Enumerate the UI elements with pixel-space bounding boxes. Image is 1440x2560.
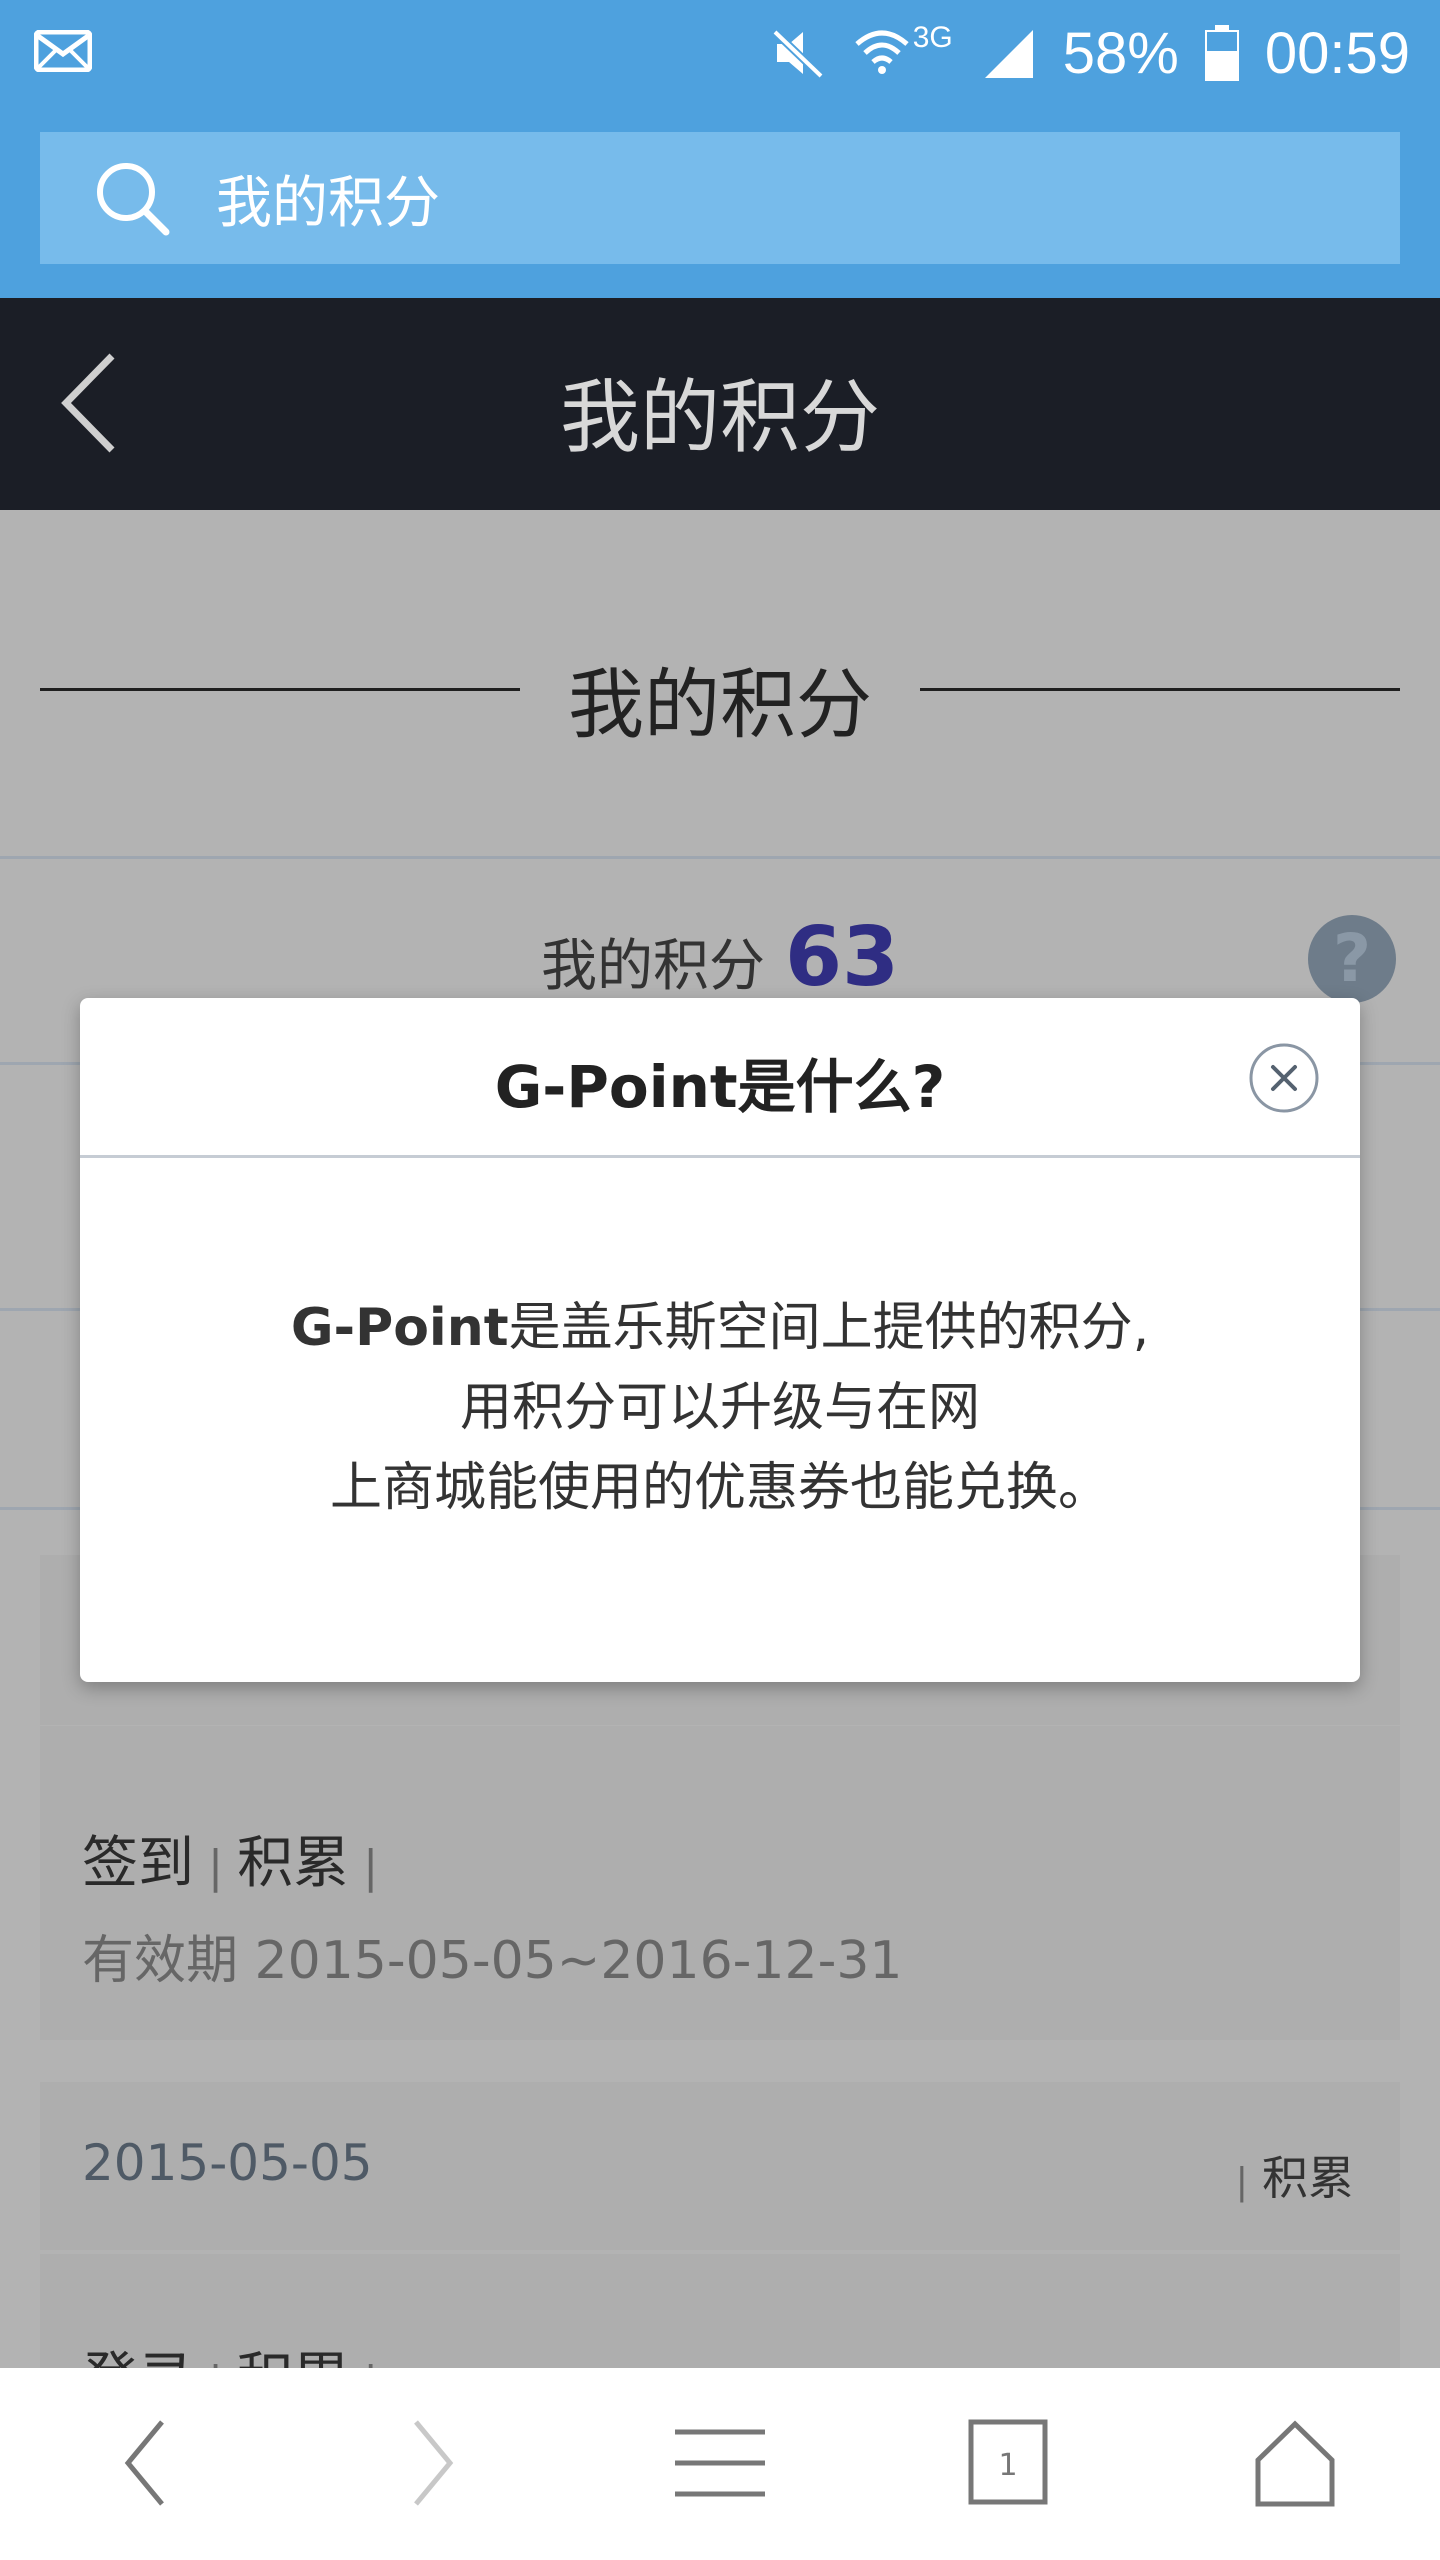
- history-validity: 有效期 2015-05-05~2016-12-31: [82, 1931, 903, 1991]
- app-header: 我的积分: [0, 298, 1440, 510]
- history-date: 2015-05-05: [82, 2134, 373, 2192]
- points-label: 我的积分: [540, 934, 765, 999]
- history-tag: | 积累: [1235, 2151, 1354, 2205]
- status-time: 00:59: [1264, 20, 1410, 86]
- top-band: 3G 58% 00:59 我的积分: [0, 0, 1440, 298]
- gpoint-info-dialog: G-Point是什么? G-Point是盖乐斯空间上提供的积分, 用积分可以升级…: [80, 998, 1360, 1682]
- history-title: 签到 | 积累 |: [82, 1831, 379, 1896]
- battery-icon: [1204, 25, 1239, 81]
- dialog-title: G-Point是什么?: [494, 1053, 946, 1121]
- dialog-line-3: 上商城能使用的优惠券也能兑换。: [329, 1458, 1110, 1518]
- wifi-icon: [855, 30, 909, 74]
- divider: [0, 856, 1440, 859]
- heading-rule-right: [920, 688, 1400, 691]
- browser-nav-bar: 1: [0, 2368, 1440, 2560]
- status-indicators: 3G 58% 00:59: [769, 18, 1410, 88]
- search-input[interactable]: 我的积分: [216, 158, 440, 239]
- section-heading: 我的积分: [40, 615, 1400, 765]
- dialog-line-2: 用积分可以升级与在网: [459, 1378, 980, 1438]
- history-card: 2015-05-05 | 积累: [40, 2082, 1400, 2250]
- points-summary: 我的积分 63: [0, 910, 1440, 1005]
- home-icon[interactable]: [1240, 2408, 1350, 2518]
- mute-icon: [771, 29, 824, 79]
- forward-icon[interactable]: [378, 2408, 488, 2518]
- search-icon: [97, 163, 170, 236]
- dialog-body: G-Point是盖乐斯空间上提供的积分, 用积分可以升级与在网 上商城能使用的优…: [80, 1288, 1360, 1528]
- menu-icon[interactable]: [665, 2408, 775, 2518]
- dialog-line-1: G-Point是盖乐斯空间上提供的积分,: [290, 1298, 1150, 1358]
- close-icon[interactable]: [1248, 1042, 1320, 1114]
- network-type: 3G: [912, 21, 953, 54]
- history-card: 登录|积累|: [40, 2254, 1400, 2368]
- back-icon[interactable]: [90, 2408, 200, 2518]
- svg-text:1: 1: [998, 2448, 1017, 2483]
- points-value: 63: [784, 910, 900, 1005]
- signal-icon: [984, 30, 1033, 78]
- mail-icon: [34, 30, 92, 72]
- status-bar: 3G 58% 00:59: [0, 0, 1440, 110]
- search-bar[interactable]: 我的积分: [40, 132, 1400, 264]
- dialog-header: G-Point是什么?: [80, 998, 1360, 1158]
- tabs-icon[interactable]: 1: [953, 2408, 1063, 2518]
- section-title: 我的积分: [568, 660, 872, 749]
- page-title: 我的积分: [560, 371, 880, 464]
- history-card: 签到 | 积累 | 有效期 2015-05-05~2016-12-31: [40, 1726, 1400, 2040]
- battery-percent: 58%: [1062, 20, 1179, 86]
- brand-name: G-Point: [290, 1298, 509, 1358]
- help-icon[interactable]: ?: [1308, 915, 1396, 1003]
- history-title: 登录|积累|: [82, 2334, 392, 2368]
